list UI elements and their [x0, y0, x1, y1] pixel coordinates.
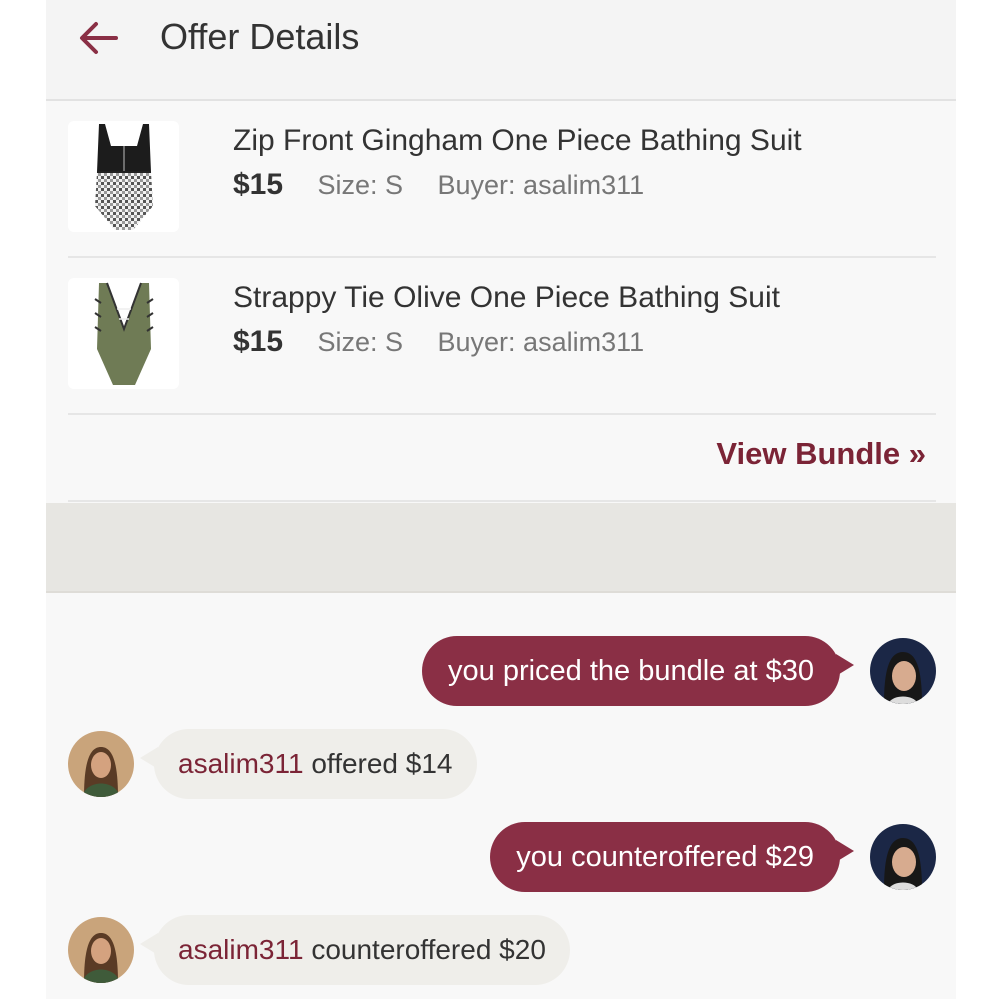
message-outgoing: you counteroffered $29 — [490, 822, 936, 892]
username-link[interactable]: asalim311 — [178, 934, 304, 965]
message-incoming: asalim311 offered $14 — [68, 729, 477, 799]
page-title: Offer Details — [160, 16, 360, 57]
item-price: $15 — [233, 168, 284, 201]
username-link[interactable]: asalim311 — [178, 748, 304, 779]
item-thumbnail[interactable] — [68, 121, 179, 232]
buyer-avatar[interactable] — [68, 731, 134, 797]
offer-details-screen: Offer Details Zip Front Gingham One Piec… — [46, 0, 956, 999]
item-title[interactable]: Zip Front Gingham One Piece Bathing Suit — [233, 121, 802, 161]
message-incoming: asalim311 counteroffered $20 — [68, 915, 570, 985]
olive-swimsuit-thumbnail — [93, 282, 154, 385]
back-button[interactable] — [76, 16, 120, 60]
arrow-left-icon — [80, 22, 118, 54]
message-bubble: you counteroffered $29 — [490, 822, 854, 892]
message-bubble: you priced the bundle at $30 — [422, 636, 854, 706]
item-title[interactable]: Strappy Tie Olive One Piece Bathing Suit — [233, 278, 780, 318]
item-meta: $15 Size: S Buyer: asalim311 — [233, 165, 644, 210]
item-size: Size: S — [317, 327, 404, 357]
message-bubble: asalim311 counteroffered $20 — [140, 915, 570, 985]
message-text: offered $14 — [303, 748, 453, 779]
item-thumbnail[interactable] — [68, 278, 179, 389]
view-bundle-link[interactable]: View Bundle » — [716, 434, 926, 474]
message-outgoing: you priced the bundle at $30 — [422, 636, 936, 706]
buyer-avatar[interactable] — [68, 917, 134, 983]
gingham-swimsuit-thumbnail — [94, 123, 153, 230]
item-size: Size: S — [317, 170, 404, 200]
item-buyer: Buyer: asalim311 — [437, 327, 645, 357]
listing-item[interactable]: Zip Front Gingham One Piece Bathing Suit… — [68, 101, 936, 258]
app-header: Offer Details — [46, 0, 956, 101]
seller-avatar[interactable] — [870, 824, 936, 890]
message-text: counteroffered $20 — [303, 934, 546, 965]
seller-avatar[interactable] — [870, 638, 936, 704]
item-meta: $15 Size: S Buyer: asalim311 — [233, 322, 644, 367]
message-bubble: asalim311 offered $14 — [140, 729, 477, 799]
item-price: $15 — [233, 325, 284, 358]
item-buyer: Buyer: asalim311 — [437, 170, 645, 200]
listing-item[interactable]: Strappy Tie Olive One Piece Bathing Suit… — [68, 258, 936, 415]
divider — [68, 500, 936, 502]
section-separator — [46, 503, 956, 593]
